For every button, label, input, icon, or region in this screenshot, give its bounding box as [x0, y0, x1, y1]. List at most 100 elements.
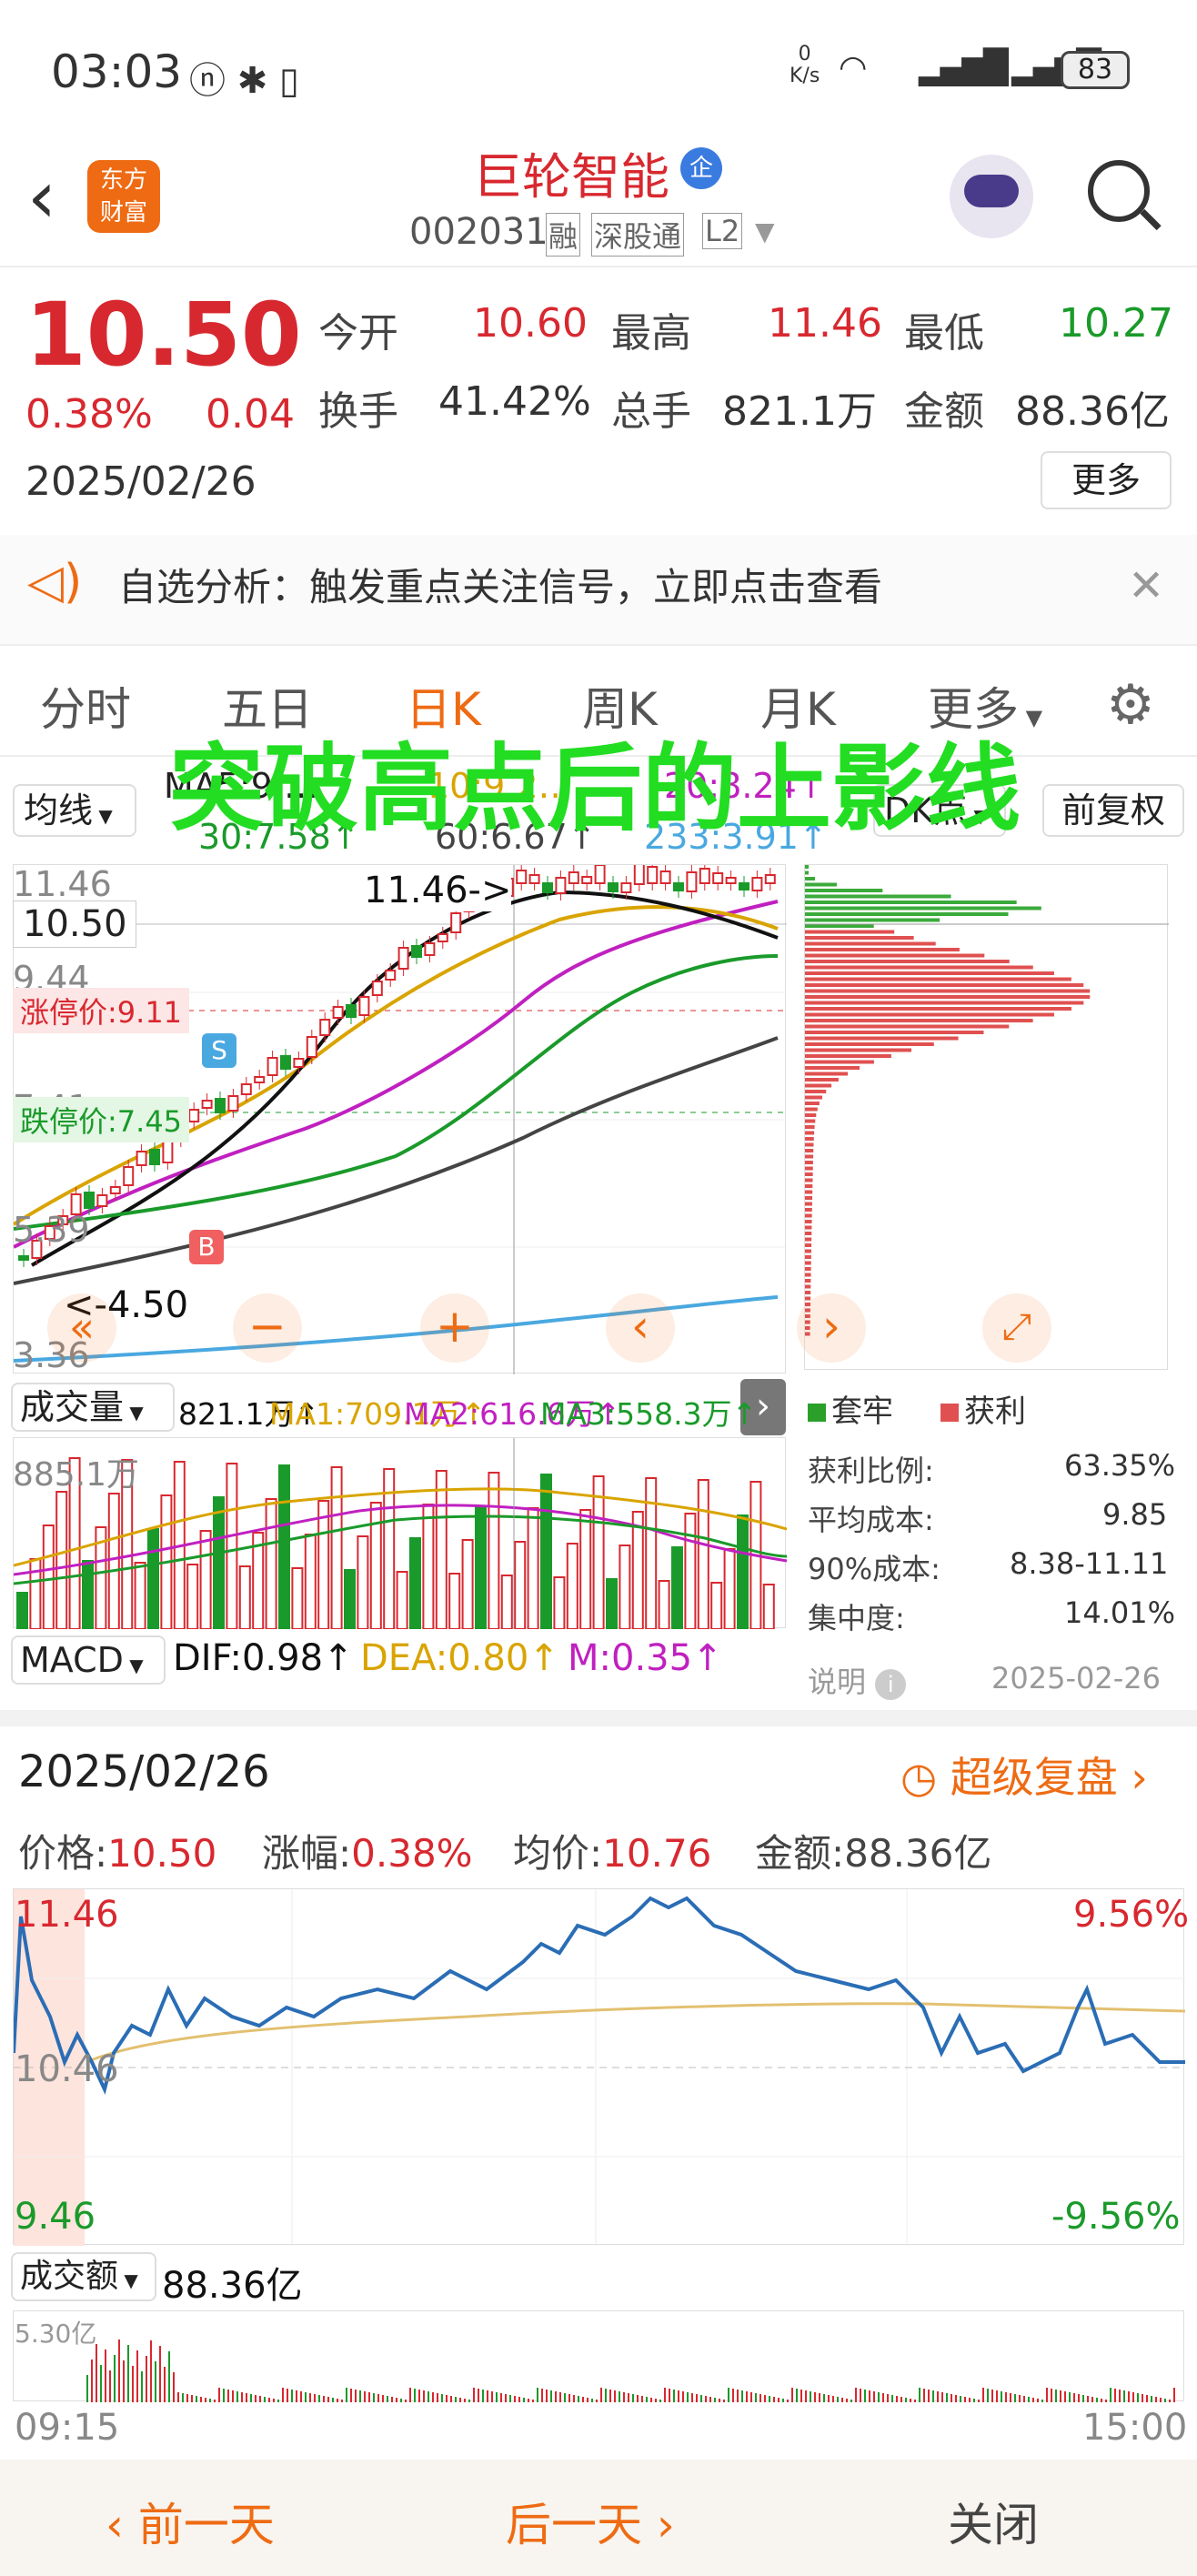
volume-bar [488, 1472, 500, 1630]
next-day-button[interactable]: 后一天 › [506, 2489, 675, 2554]
tab-intraday[interactable]: 分时 [40, 673, 131, 739]
amount-bar [523, 2398, 525, 2402]
chip-bar [805, 1190, 813, 1194]
volume-indicator-select[interactable]: 成交量 ▼ [11, 1383, 175, 1432]
candle [647, 866, 659, 884]
chip-bar [805, 1303, 811, 1306]
close-icon[interactable]: ✕ [1128, 560, 1164, 611]
close-button[interactable]: 关闭 [948, 2489, 1039, 2554]
status-icons: ⓝ ✱ ▯ [189, 60, 299, 102]
volume-bar [317, 1500, 330, 1630]
candle [542, 882, 553, 893]
chip-bar [805, 1261, 811, 1265]
gear-icon[interactable]: ⚙ [1106, 673, 1155, 737]
indicator-select[interactable]: 均线 ▼ [13, 784, 136, 837]
chip-bar [805, 930, 895, 934]
chip-bar [805, 953, 985, 958]
amount-bar [705, 2396, 707, 2402]
amount-bar [1041, 2400, 1043, 2402]
intraday-date: 2025/02/26 [18, 1746, 270, 1797]
amount-bar [982, 2388, 984, 2402]
chip-bar [805, 989, 1091, 993]
amount-bar [118, 2340, 120, 2402]
amount-bar [878, 2392, 880, 2402]
amount-bar [409, 2388, 411, 2402]
chip-bar [805, 948, 960, 951]
more-quote-button[interactable]: 更多 [1041, 451, 1172, 509]
amount-bar [951, 2394, 952, 2402]
chip-bar [805, 1255, 811, 1259]
amount-bar [1005, 2392, 1007, 2402]
amount-bar [728, 2388, 729, 2402]
zoom-out-icon[interactable]: − [233, 1293, 302, 1363]
search-icon-handle [1140, 208, 1162, 231]
adjust-button[interactable]: 前复权 [1042, 784, 1184, 837]
amount-bar [1110, 2388, 1112, 2402]
chip-bar [805, 1012, 1054, 1017]
volume-bar [737, 1514, 749, 1630]
amount-bar [782, 2399, 784, 2402]
amount-bar [855, 2388, 857, 2402]
amount-bar [100, 2365, 102, 2402]
amount-bar [1028, 2397, 1030, 2402]
cost90-label: 90%成本: [808, 1552, 940, 1586]
intraday-price: 价格:10.50 [18, 1831, 217, 1876]
amount-bar [869, 2390, 870, 2402]
concentration-label: 集中度: [808, 1601, 905, 1635]
amount-bar [241, 2392, 243, 2402]
chip-bar [805, 1267, 811, 1271]
macd-dea: DEA:0.80↑ [360, 1637, 559, 1679]
amount-bar [759, 2394, 761, 2402]
chip-bar [805, 1232, 812, 1235]
candle [371, 981, 383, 996]
amount-bar [400, 2399, 402, 2402]
candle [450, 912, 462, 933]
chevron-down-icon[interactable]: ▼ [755, 216, 775, 247]
amount-indicator-select[interactable]: 成交额 ▼ [11, 2252, 156, 2301]
amount-bar [609, 2390, 611, 2402]
volume-bar [107, 1493, 120, 1630]
back-icon[interactable]: ‹ [27, 155, 56, 239]
prev-icon[interactable]: ‹ [606, 1293, 675, 1363]
chip-bar [805, 1161, 813, 1164]
wifi-icon: ◠ [839, 49, 868, 86]
assistant-avatar[interactable] [950, 155, 1033, 238]
volume-bar [592, 1475, 605, 1630]
macd-select[interactable]: MACD ▼ [11, 1635, 166, 1685]
volume-bar [671, 1546, 683, 1630]
intraday-chart[interactable] [12, 1888, 1186, 2246]
amount-bar [905, 2398, 907, 2402]
limit-up-label: 涨停价:9.11 [13, 988, 190, 1033]
tag-l2: L2 [702, 213, 743, 249]
amount-bar [500, 2393, 502, 2402]
scroll-left-icon[interactable]: « [47, 1293, 116, 1363]
amount-bar [923, 2389, 925, 2402]
super-replay-button[interactable]: ◷ 超级复盘 › [900, 1745, 1148, 1805]
amount-bar [960, 2396, 961, 2402]
amount-bar [314, 2394, 316, 2402]
turnover-value: 41.42% [438, 378, 591, 425]
zoom-in-icon[interactable]: + [420, 1293, 489, 1363]
volume-bar [186, 1564, 199, 1630]
amount-bar [264, 2397, 266, 2402]
chip-bar [805, 918, 940, 922]
chip-bar [805, 1208, 812, 1212]
amount-bar [150, 2340, 152, 2402]
amount-bar [468, 2400, 470, 2402]
amount-bar [505, 2394, 507, 2402]
chip-bar [805, 906, 1041, 911]
chip-note-link[interactable]: 说明 i [808, 1659, 907, 1701]
amount-bar [168, 2351, 170, 2402]
amount-bar [327, 2397, 329, 2402]
amount-bar [819, 2393, 820, 2402]
stock-name[interactable]: 巨轮智能 [473, 136, 669, 208]
amount-bar [273, 2399, 275, 2402]
amount-bar [418, 2390, 420, 2402]
chip-bar [805, 1314, 810, 1318]
volume-axis: 885.1万 [13, 1456, 140, 1494]
prev-day-button[interactable]: ‹ 前一天 [106, 2489, 275, 2554]
candle [346, 1004, 357, 1018]
chip-bar [805, 1296, 811, 1301]
amount-bar [987, 2389, 989, 2402]
notice-text[interactable]: 自选分析：触发重点关注信号，立即点击查看 [118, 557, 882, 612]
